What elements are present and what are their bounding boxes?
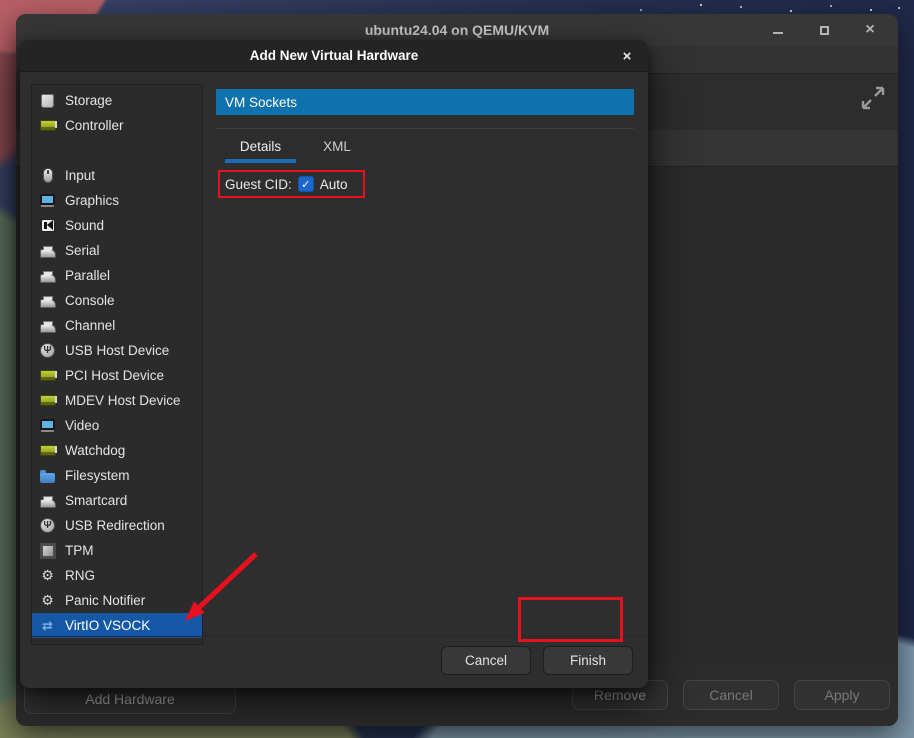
sound-icon	[39, 217, 56, 234]
sidebar-item-label: Smartcard	[65, 493, 127, 508]
sidebar-item-pci-host-device[interactable]: PCI Host Device	[32, 363, 202, 388]
guest-cid-label: Guest CID:	[225, 177, 292, 192]
graphics-monitor-icon	[39, 192, 56, 209]
sidebar-item-mdev-host-device[interactable]: MDEV Host Device	[32, 388, 202, 413]
annotation-box-guest-cid: Guest CID: ✓ Auto	[218, 170, 365, 198]
channel-icon	[39, 317, 56, 334]
sidebar-item-label: RNG	[65, 568, 95, 583]
cancel-button[interactable]: Cancel	[683, 680, 779, 710]
panel-header-label: VM Sockets	[225, 95, 297, 110]
details-form	[216, 163, 634, 636]
chip-icon	[39, 542, 56, 559]
sidebar-item-rng[interactable]: ⚙ RNG	[32, 563, 202, 588]
console-icon	[39, 292, 56, 309]
finish-button[interactable]: Finish	[543, 646, 633, 675]
tab-details[interactable]: Details	[225, 129, 296, 163]
panel-header: VM Sockets	[216, 89, 634, 115]
auto-checkbox[interactable]: ✓	[298, 176, 314, 192]
sidebar-item-blank	[32, 138, 202, 163]
sidebar-item-sound[interactable]: Sound	[32, 213, 202, 238]
panel-tabs: Details XML	[216, 128, 634, 163]
vm-window-title: ubuntu24.04 on QEMU/KVM	[365, 22, 549, 38]
controller-icon	[39, 117, 56, 134]
sidebar-item-storage[interactable]: Storage	[32, 88, 202, 113]
hardware-type-list: Storage Controller Input Graphics Sound Seria…	[31, 84, 203, 645]
sidebar-item-label: Input	[65, 168, 95, 183]
sidebar-item-input[interactable]: Input	[32, 163, 202, 188]
sidebar-item-usb-host-device[interactable]: Ψ USB Host Device	[32, 338, 202, 363]
watchdog-card-icon	[39, 442, 56, 459]
dialog-title: Add New Virtual Hardware	[250, 48, 419, 63]
usb-icon: Ψ	[39, 342, 56, 359]
sidebar-item-label: Video	[65, 418, 99, 433]
sidebar-item-graphics[interactable]: Graphics	[32, 188, 202, 213]
sidebar-item-watchdog[interactable]: Watchdog	[32, 438, 202, 463]
sidebar-item-label: Sound	[65, 218, 104, 233]
sidebar-item-virtio-vsock[interactable]: ⇄ VirtIO VSOCK	[32, 613, 202, 638]
pci-card-icon	[39, 367, 56, 384]
sidebar-item-label: Storage	[65, 93, 112, 108]
tab-xml[interactable]: XML	[308, 129, 366, 163]
sidebar-item-label: Watchdog	[65, 443, 125, 458]
annotation-box-finish	[518, 597, 623, 642]
sidebar-item-tpm[interactable]: TPM	[32, 538, 202, 563]
maximize-icon[interactable]	[814, 20, 834, 40]
dialog-close-icon[interactable]: ×	[618, 47, 636, 65]
sidebar-item-usb-redirection[interactable]: Ψ USB Redirection	[32, 513, 202, 538]
sidebar-item-controller[interactable]: Controller	[32, 113, 202, 138]
sidebar-item-video[interactable]: Video	[32, 413, 202, 438]
close-icon[interactable]: ×	[860, 20, 880, 40]
sidebar-item-smartcard[interactable]: Smartcard	[32, 488, 202, 513]
sidebar-item-label: Channel	[65, 318, 115, 333]
apply-button[interactable]: Apply	[794, 680, 890, 710]
smartcard-icon	[39, 492, 56, 509]
add-hardware-dialog: Add New Virtual Hardware × Storage Contro…	[20, 40, 648, 688]
sidebar-item-label: VirtIO VSOCK	[65, 618, 150, 633]
sidebar-item-filesystem[interactable]: Filesystem	[32, 463, 202, 488]
add-hardware-button[interactable]: Add Hardware	[24, 684, 236, 714]
sidebar-item-serial[interactable]: Serial	[32, 238, 202, 263]
sidebar-item-label: USB Redirection	[65, 518, 165, 533]
sidebar-item-label: MDEV Host Device	[65, 393, 181, 408]
storage-icon	[39, 92, 56, 109]
vsock-icon: ⇄	[39, 617, 56, 634]
sidebar-item-label: PCI Host Device	[65, 368, 164, 383]
sidebar-item-label: Controller	[65, 118, 124, 133]
folder-icon	[39, 467, 56, 484]
auto-checkbox-label: Auto	[320, 177, 348, 192]
sidebar-item-label: Parallel	[65, 268, 110, 283]
sidebar-item-label: Serial	[65, 243, 100, 258]
sidebar-item-label: USB Host Device	[65, 343, 169, 358]
window-controls: ×	[768, 14, 880, 46]
usb-icon: Ψ	[39, 517, 56, 534]
wallpaper-stars	[700, 4, 702, 6]
serial-port-icon	[39, 242, 56, 259]
parallel-port-icon	[39, 267, 56, 284]
sidebar-item-label: Console	[65, 293, 115, 308]
fullscreen-icon[interactable]	[860, 85, 886, 111]
sidebar-item-channel[interactable]: Channel	[32, 313, 202, 338]
sidebar-item-label: Filesystem	[65, 468, 130, 483]
gear-icon: ⚙	[39, 567, 56, 584]
sidebar-item-label: Graphics	[65, 193, 119, 208]
sidebar-item-parallel[interactable]: Parallel	[32, 263, 202, 288]
minimize-icon[interactable]	[768, 20, 788, 40]
sidebar-item-label: Panic Notifier	[65, 593, 145, 608]
sidebar-item-label: TPM	[65, 543, 94, 558]
dialog-titlebar[interactable]: Add New Virtual Hardware ×	[20, 40, 648, 72]
sidebar-item-console[interactable]: Console	[32, 288, 202, 313]
gear-icon: ⚙	[39, 592, 56, 609]
video-monitor-icon	[39, 417, 56, 434]
input-mouse-icon	[39, 167, 56, 184]
sidebar-item-panic-notifier[interactable]: ⚙ Panic Notifier	[32, 588, 202, 613]
mdev-card-icon	[39, 392, 56, 409]
cancel-button[interactable]: Cancel	[441, 646, 531, 675]
